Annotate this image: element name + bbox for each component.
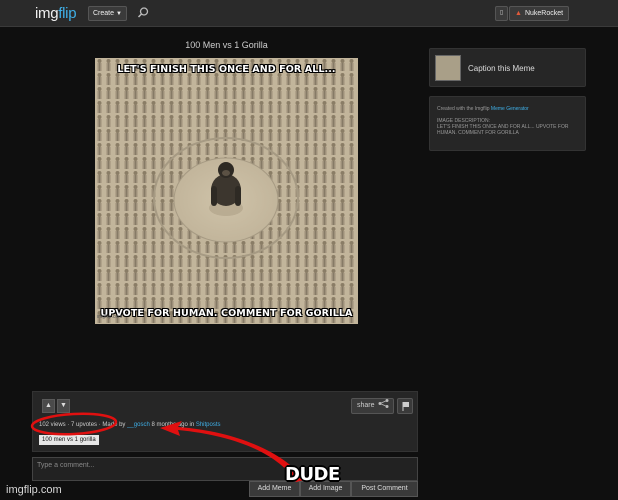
annotation-overlay [30, 412, 304, 482]
highlight-circle [30, 412, 118, 436]
red-arrow [160, 421, 304, 482]
dude-annotation-text: DUDE [285, 464, 340, 485]
